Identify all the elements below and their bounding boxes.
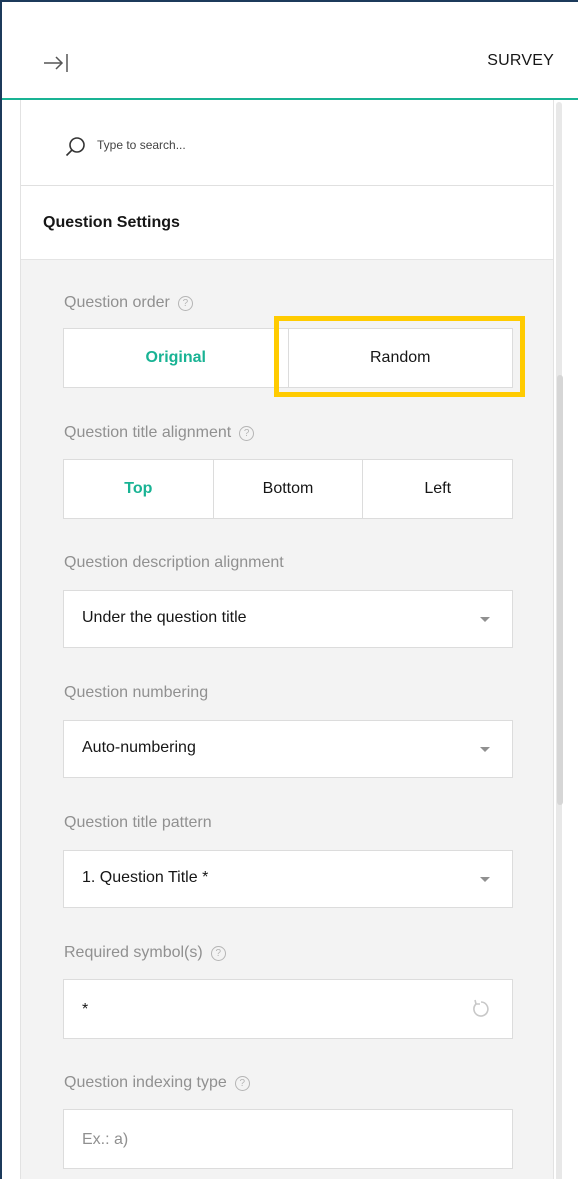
- title-alignment-bottom-button[interactable]: Bottom: [213, 460, 364, 518]
- indexing-type-input[interactable]: [82, 1128, 442, 1152]
- required-symbol-input[interactable]: [82, 998, 442, 1022]
- indexing-type-field: [63, 1109, 513, 1169]
- required-symbol-field: [63, 979, 513, 1039]
- required-symbol-label: Required symbol(s)?: [64, 944, 226, 962]
- search-input[interactable]: [97, 130, 397, 160]
- header-bar: SURVEY: [2, 2, 578, 100]
- section-header[interactable]: Question Settings: [21, 186, 553, 260]
- question-order-group: Original Random: [63, 328, 513, 388]
- help-icon[interactable]: ?: [177, 296, 193, 311]
- inner-scrollbar[interactable]: [557, 375, 563, 805]
- title-alignment-top-button[interactable]: Top: [64, 460, 214, 518]
- question-order-label: Question order?: [64, 294, 193, 312]
- dropdown-value: Auto-numbering: [82, 739, 196, 756]
- indexing-type-label: Question indexing type?: [64, 1074, 250, 1092]
- description-alignment-dropdown[interactable]: Under the question title: [63, 590, 513, 648]
- header-title: SURVEY: [487, 52, 554, 69]
- title-pattern-dropdown[interactable]: 1. Question Title *: [63, 850, 513, 908]
- section-title: Question Settings: [43, 214, 180, 231]
- numbering-label: Question numbering: [64, 684, 209, 701]
- help-icon[interactable]: ?: [239, 426, 255, 441]
- title-alignment-left-button[interactable]: Left: [363, 460, 513, 518]
- help-icon[interactable]: ?: [234, 1076, 250, 1091]
- search-icon: [65, 136, 87, 158]
- description-alignment-label: Question description alignment: [64, 554, 284, 571]
- question-order-original-button[interactable]: Original: [64, 329, 289, 387]
- question-order-random-button[interactable]: Random: [288, 329, 512, 387]
- chevron-down-icon: [480, 747, 490, 752]
- numbering-dropdown[interactable]: Auto-numbering: [63, 720, 513, 778]
- help-icon[interactable]: ?: [210, 946, 226, 961]
- dropdown-value: Under the question title: [82, 609, 247, 626]
- property-grid-window: SURVEY Question Settings Question order?…: [0, 0, 578, 1179]
- chevron-down-icon: [480, 877, 490, 882]
- arrow-right-to-bar-icon[interactable]: [42, 48, 72, 78]
- chevron-down-icon: [480, 617, 490, 622]
- reset-icon[interactable]: [470, 998, 492, 1020]
- title-pattern-label: Question title pattern: [64, 814, 212, 831]
- dropdown-value: 1. Question Title *: [82, 869, 209, 886]
- search-bar: [21, 100, 553, 186]
- title-alignment-label: Question title alignment?: [64, 424, 255, 442]
- title-alignment-group: Top Bottom Left: [63, 459, 513, 519]
